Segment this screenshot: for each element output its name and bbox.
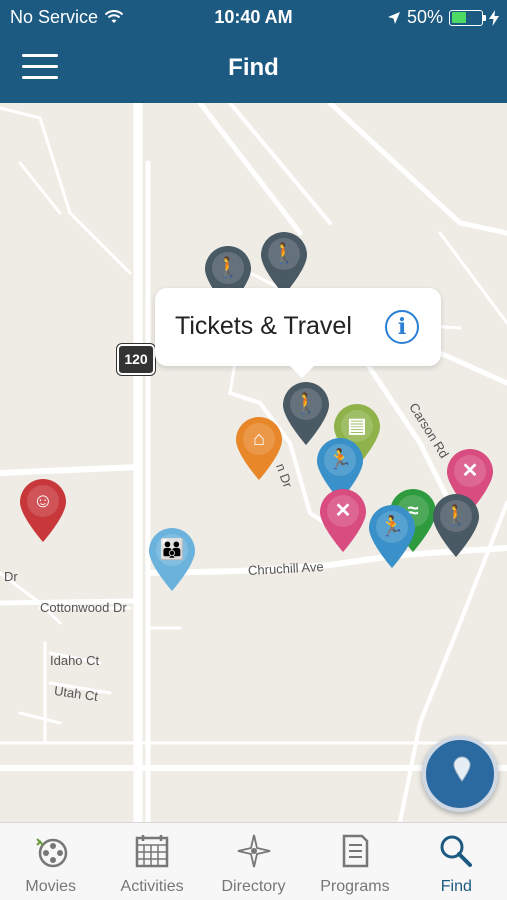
page-title: Find [228, 54, 279, 81]
document-icon [342, 834, 369, 868]
calendar-icon [135, 835, 169, 868]
hiker-icon: 🚶 [293, 393, 319, 415]
street-label-idaho: Idaho Ct [50, 653, 100, 668]
fork-knife-icon: ✕ [461, 460, 479, 482]
child-icon: ☺ [32, 490, 54, 512]
runner-icon: 🏃 [327, 449, 353, 471]
pin-callout[interactable]: Tickets & Travel i [155, 288, 441, 378]
tab-find[interactable]: Find [406, 823, 507, 900]
tab-label: Directory [221, 878, 286, 895]
street-label-left-dr: Dr [4, 569, 18, 584]
map-pin-child[interactable]: ☺ [18, 478, 68, 544]
charging-bolt-icon [489, 9, 499, 26]
info-button[interactable]: i [385, 310, 419, 344]
location-pin-icon [453, 756, 471, 782]
tab-programs[interactable]: Programs [304, 823, 405, 900]
compass-icon [237, 834, 270, 868]
street-label-cottonwood: Cottonwood Dr [40, 600, 127, 615]
hiker-icon: 🚶 [443, 505, 469, 527]
locate-me-button[interactable] [422, 736, 498, 812]
map-pin-hiker[interactable]: 🚶 [431, 493, 481, 559]
tab-label: Activities [120, 878, 184, 895]
navigation-bar: Find [0, 36, 507, 103]
tab-bar: Movies Activities Directory Programs Fin… [0, 822, 507, 900]
hiker-icon: 🚶 [215, 257, 241, 279]
map-view[interactable]: Chruchill Ave Cottonwood Dr Idaho Ct Uta… [0, 103, 507, 822]
runner-icon: 🏃 [379, 516, 405, 538]
map-pin-family[interactable]: 👪 [147, 527, 197, 593]
route-shield: 120 [117, 344, 155, 375]
app-screen: No Service 10:40 AM 50% Find Chruchill A… [0, 0, 507, 900]
hiker-icon: 🚶 [271, 243, 297, 265]
search-icon [440, 835, 473, 867]
tab-movies[interactable]: Movies [0, 823, 101, 900]
tab-label: Programs [320, 878, 390, 895]
status-right: 50% [387, 7, 499, 28]
battery-icon [449, 9, 486, 26]
callout-title: Tickets & Travel [175, 312, 352, 340]
battery-level [451, 12, 466, 23]
map-pin-fork-knife[interactable]: ✕ [318, 488, 368, 554]
tab-directory[interactable]: Directory [203, 823, 304, 900]
fork-knife-icon: ✕ [334, 500, 352, 522]
header: No Service 10:40 AM 50% Find [0, 0, 507, 103]
battery-percent: 50% [406, 7, 443, 27]
film-reel-icon [35, 838, 67, 868]
status-bar: No Service 10:40 AM 50% [0, 0, 507, 36]
map-pin-house[interactable]: ⌂ [234, 416, 284, 482]
house-icon: ⌂ [252, 428, 266, 450]
tab-label: Find [440, 878, 472, 895]
tab-label: Movies [25, 878, 77, 895]
tab-activities[interactable]: Activities [101, 823, 202, 900]
family-icon: 👪 [159, 539, 185, 561]
map-pin-runner[interactable]: 🏃 [367, 504, 417, 570]
location-arrow-icon [387, 11, 400, 24]
